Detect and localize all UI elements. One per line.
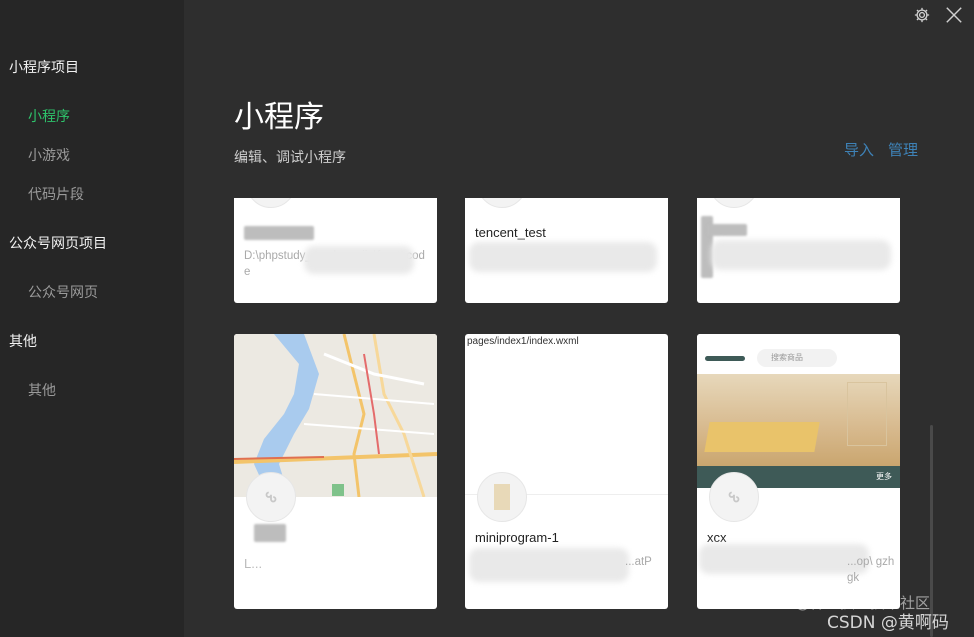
preview-path: pages/index1/index.wxml	[467, 336, 579, 347]
sidebar-item-miniprogram[interactable]: 小程序	[28, 106, 70, 126]
sidebar-item-official-web[interactable]: 公众号网页	[28, 282, 98, 302]
mini-program-icon	[477, 198, 527, 208]
project-card[interactable]: pages/index1/index.wxml miniprogram-1 ..…	[465, 334, 668, 609]
import-button[interactable]: 导入	[844, 139, 874, 160]
project-grid: D:\phpstudy_...ush angjia\front_code ten…	[234, 198, 900, 637]
preview-banner	[697, 374, 900, 466]
mini-program-icon	[477, 472, 527, 522]
preview-search: 搜索商品	[757, 349, 837, 367]
sidebar-section-official-web: 公众号网页项目	[9, 236, 107, 252]
page-title: 小程序	[234, 100, 324, 135]
mini-program-icon	[246, 198, 296, 208]
mini-program-icon	[246, 472, 296, 522]
project-path: ...atP	[625, 556, 652, 568]
project-name: miniprogram-1	[475, 530, 559, 545]
project-name: xcx	[707, 530, 727, 545]
project-card[interactable]: D:\phpstudy_...ush angjia\front_code	[234, 198, 437, 303]
project-name: tencent_test	[475, 225, 546, 240]
manage-button[interactable]: 管理	[888, 139, 918, 160]
sidebar-section-other: 其他	[9, 334, 37, 350]
mini-program-icon	[709, 198, 759, 208]
blurred-path	[304, 246, 414, 274]
preview-topbar: 搜索商品	[697, 334, 900, 374]
blurred-path	[711, 240, 891, 270]
blurred-name	[707, 224, 747, 236]
close-icon[interactable]	[944, 5, 964, 25]
gear-icon[interactable]	[912, 5, 932, 25]
page-subtitle: 编辑、调试小程序	[234, 150, 346, 166]
sidebar-section-miniprogram: 小程序项目	[9, 60, 79, 76]
scrollbar[interactable]	[930, 425, 933, 637]
project-card[interactable]: L...	[234, 334, 437, 609]
preview-more: 更多	[876, 472, 892, 481]
blurred-name	[254, 524, 286, 542]
project-name: L...	[244, 556, 263, 571]
sidebar-item-other[interactable]: 其他	[28, 380, 56, 400]
blurred-path	[699, 544, 869, 574]
sidebar: 小程序项目 小程序 小游戏 代码片段 公众号网页项目 公众号网页 其他 其他	[0, 0, 184, 637]
blurred-path	[469, 242, 657, 272]
sidebar-item-code-snippet[interactable]: 代码片段	[28, 184, 84, 204]
blurred-name	[244, 226, 314, 240]
blurred-path	[469, 548, 629, 582]
project-card[interactable]	[697, 198, 900, 303]
project-path: ...op\ gzhgk	[847, 556, 895, 584]
mini-program-icon	[709, 472, 759, 522]
project-card[interactable]: 搜索商品 更多 xcx ...op\ gzhgk	[697, 334, 900, 609]
project-card[interactable]: tencent_test	[465, 198, 668, 303]
watermark-csdn: CSDN @黄啊码	[827, 613, 949, 633]
sidebar-item-minigame[interactable]: 小游戏	[28, 145, 70, 165]
